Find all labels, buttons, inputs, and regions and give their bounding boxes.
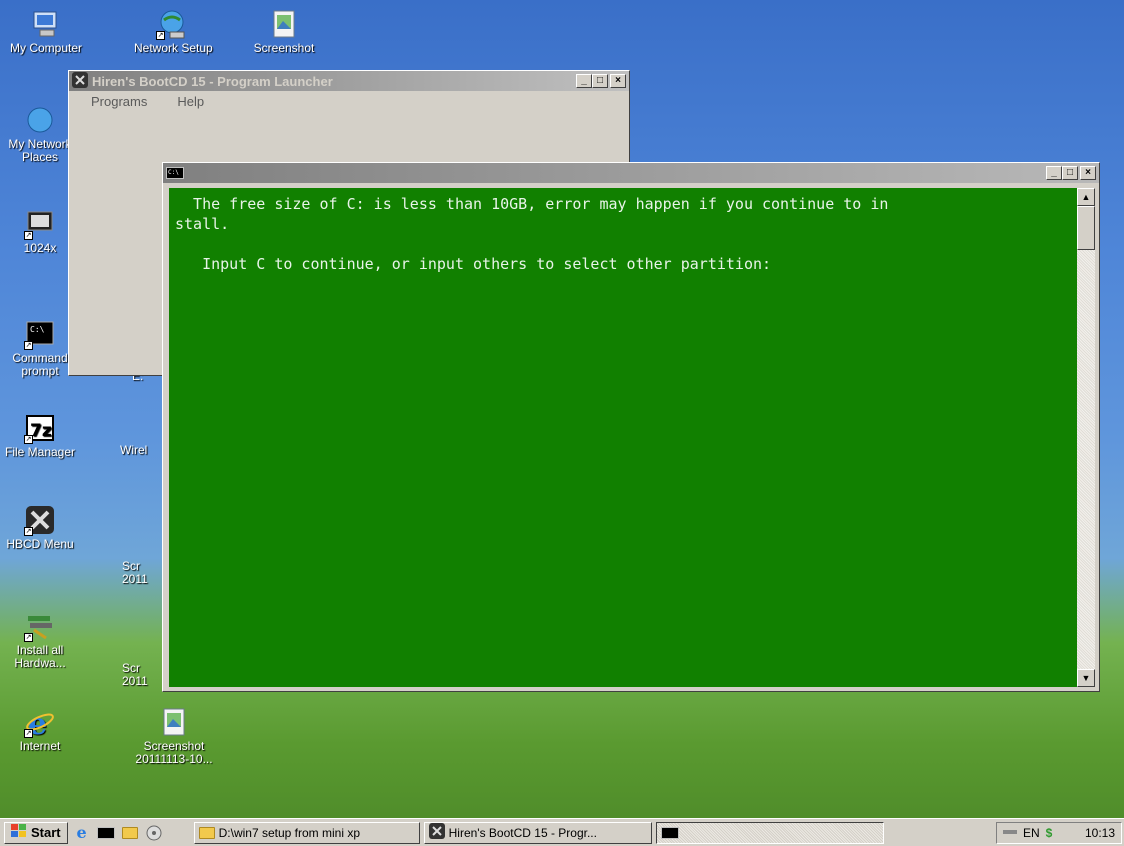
desktop-icon-label: 1024x bbox=[23, 241, 57, 255]
clock: 10:13 bbox=[1084, 826, 1115, 840]
minimize-button[interactable]: _ bbox=[576, 74, 592, 88]
desktop-icon-label: Internet bbox=[19, 739, 61, 753]
minimize-button[interactable]: _ bbox=[1046, 166, 1062, 180]
desktop-icon-label: Scr 2011 bbox=[122, 661, 148, 688]
desktop-icon-resolution[interactable]: ↗ 1024x bbox=[2, 208, 78, 255]
taskbar-button-folder[interactable]: D:\win7 setup from mini xp bbox=[193, 821, 420, 844]
svg-text:7z: 7z bbox=[30, 421, 52, 441]
network-places-icon bbox=[24, 104, 56, 136]
scroll-down-button[interactable]: ▼ bbox=[1077, 669, 1095, 687]
internet-explorer-icon: e bbox=[76, 823, 87, 842]
hbcd-icon bbox=[72, 71, 88, 91]
taskbar-button-label: D:\win7 setup from mini xp bbox=[218, 825, 361, 840]
command-prompt-icon bbox=[660, 826, 679, 839]
desktop-icon-network-places[interactable]: My Network Places bbox=[2, 104, 78, 164]
vertical-scrollbar[interactable]: ▲ ▼ bbox=[1077, 188, 1095, 687]
desktop-icon-label: File Manager bbox=[4, 445, 76, 459]
internet-explorer-icon: e ↗ bbox=[24, 706, 56, 742]
system-tray: EN $ 10:13 bbox=[996, 822, 1122, 844]
desktop-icon-label: Install all Hardwa... bbox=[14, 643, 66, 670]
desktop-icon-label: HBCD Menu bbox=[6, 537, 74, 551]
console-output[interactable]: The free size of C: is less than 10GB, e… bbox=[169, 188, 1077, 687]
start-button[interactable]: Start bbox=[4, 821, 68, 844]
network-icon[interactable] bbox=[1003, 826, 1017, 840]
launcher-menubar: Programs Help bbox=[69, 91, 629, 112]
quicklaunch-ie[interactable]: e bbox=[72, 823, 92, 843]
desktop-icon-label: Screenshot 20111113-10... bbox=[135, 739, 213, 766]
launcher-titlebar[interactable]: Hiren's BootCD 15 - Program Launcher _ □… bbox=[69, 71, 629, 91]
start-label: Start bbox=[31, 825, 61, 840]
console-line: Input C to continue, or input others to … bbox=[175, 255, 772, 273]
quicklaunch-disk[interactable] bbox=[144, 823, 164, 843]
screenshot-icon bbox=[268, 8, 300, 40]
install-hardware-icon: ↗ bbox=[24, 610, 56, 642]
hbcd-menu-icon: ↗ bbox=[24, 504, 56, 536]
desktop-icon-label: My Network Places bbox=[8, 137, 72, 164]
desktop-icon-install-hardware[interactable]: ↗ Install all Hardwa... bbox=[2, 610, 78, 670]
taskbar-button-label: Hiren's BootCD 15 - Progr... bbox=[448, 825, 597, 840]
tray-app-icon[interactable]: $ bbox=[1046, 826, 1053, 840]
screenshot-icon bbox=[158, 706, 190, 738]
scroll-thumb[interactable] bbox=[1077, 206, 1095, 250]
console-line: The free size of C: is less than 10GB, e… bbox=[175, 195, 889, 213]
console-line: stall. bbox=[175, 215, 230, 233]
desktop-icon-hbcd-menu[interactable]: ↗ HBCD Menu bbox=[2, 504, 78, 551]
taskbar-button-launcher[interactable]: Hiren's BootCD 15 - Progr... bbox=[423, 821, 652, 844]
desktop-icon-screenshot-3[interactable]: Scr 2011 bbox=[122, 662, 162, 688]
close-button[interactable]: × bbox=[610, 74, 626, 88]
console-window[interactable]: C:\ _ □ × The free size of C: is less th… bbox=[162, 162, 1100, 692]
language-indicator[interactable]: EN bbox=[1023, 826, 1040, 840]
desktop-icon-network-setup[interactable]: ↗ Network Setup bbox=[134, 8, 213, 55]
desktop-icon-my-computer[interactable]: My Computer bbox=[8, 8, 84, 55]
desktop-icon-label: Scr 2011 bbox=[122, 559, 148, 586]
maximize-button[interactable]: □ bbox=[592, 74, 608, 88]
svg-text:C:\: C:\ bbox=[30, 325, 45, 334]
quicklaunch-explorer[interactable] bbox=[120, 823, 140, 843]
desktop-icon-screenshot[interactable]: Screenshot bbox=[246, 8, 322, 55]
desktop-icon-screenshot-2[interactable]: Scr 2011 bbox=[122, 560, 162, 586]
desktop-icon-internet[interactable]: e ↗ Internet bbox=[2, 706, 78, 753]
command-prompt-icon: C:\ bbox=[166, 167, 184, 179]
desktop-icon-label: Screenshot bbox=[253, 41, 315, 55]
folder-icon bbox=[198, 826, 215, 839]
desktop-icon-label: Wirel bbox=[120, 443, 148, 457]
network-setup-icon: ↗ bbox=[156, 8, 188, 40]
hbcd-icon bbox=[428, 823, 445, 842]
console-titlebar[interactable]: C:\ _ □ × bbox=[163, 163, 1099, 183]
command-prompt-icon bbox=[96, 826, 115, 839]
desktop-icon-label: Command prompt bbox=[12, 351, 68, 378]
menu-programs[interactable]: Programs bbox=[91, 94, 147, 109]
disk-icon bbox=[146, 825, 162, 840]
my-computer-icon bbox=[30, 8, 62, 40]
close-button[interactable]: × bbox=[1080, 166, 1096, 180]
quicklaunch-cmd[interactable] bbox=[96, 823, 116, 843]
taskbar: Start e D:\win7 setup from mini xp Hiren… bbox=[0, 818, 1124, 846]
desktop-icon-file-manager[interactable]: 7z ↗ File Manager bbox=[2, 412, 78, 459]
maximize-button[interactable]: □ bbox=[1062, 166, 1078, 180]
folder-icon bbox=[121, 826, 138, 839]
taskbar-button-console[interactable] bbox=[655, 821, 884, 844]
7zip-icon: 7z ↗ bbox=[24, 412, 56, 444]
desktop-icon-label: Network Setup bbox=[134, 41, 213, 55]
launcher-title: Hiren's BootCD 15 - Program Launcher bbox=[92, 73, 333, 89]
command-prompt-icon: C:\ ↗ bbox=[24, 318, 56, 350]
scroll-up-button[interactable]: ▲ bbox=[1077, 188, 1095, 206]
menu-help[interactable]: Help bbox=[177, 94, 204, 109]
desktop-icon-label: My Computer bbox=[9, 41, 83, 55]
desktop-icon-command-prompt[interactable]: C:\ ↗ Command prompt bbox=[2, 318, 78, 378]
resolution-icon: ↗ bbox=[24, 208, 56, 240]
windows-logo-icon bbox=[11, 824, 27, 841]
desktop-icon-wireless[interactable]: Wirel bbox=[120, 444, 164, 457]
desktop-icon-screenshot-4[interactable]: Screenshot 20111113-10... bbox=[124, 706, 224, 766]
